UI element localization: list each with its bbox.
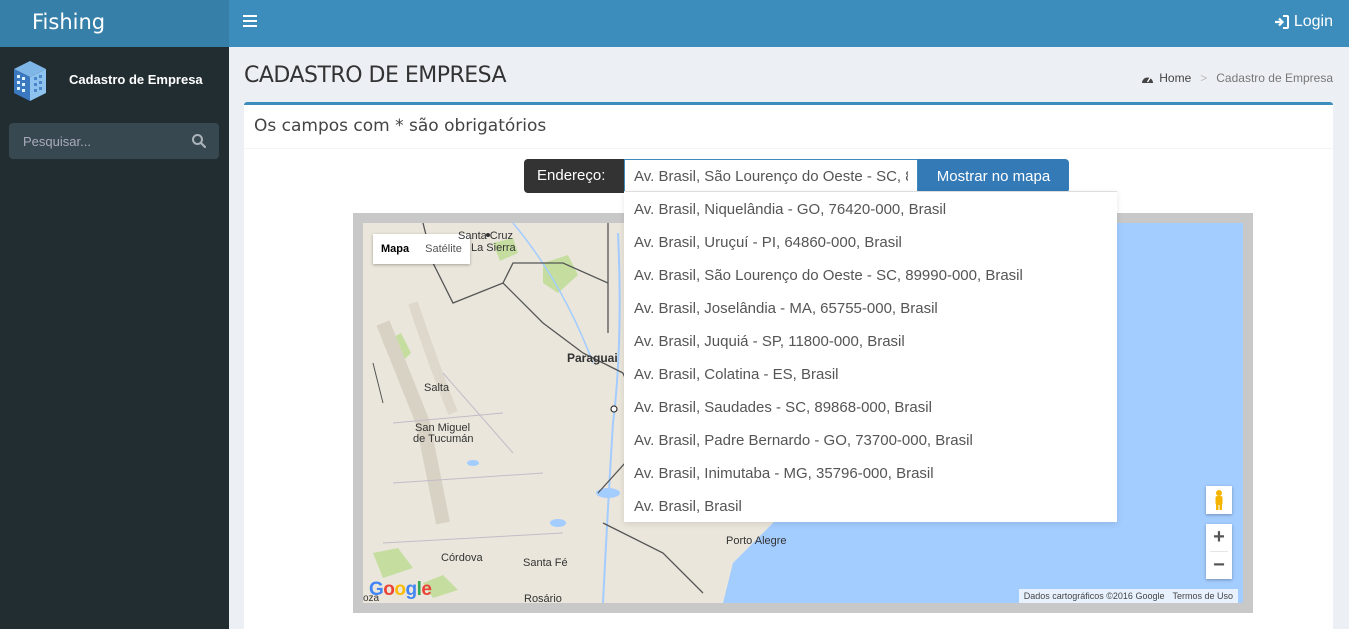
map-type-map[interactable]: Mapa bbox=[373, 234, 417, 264]
autocomplete-item[interactable]: Av. Brasil, Padre Bernardo - GO, 73700-0… bbox=[624, 423, 1117, 456]
zoom-in-button[interactable]: + bbox=[1206, 524, 1232, 551]
autocomplete-item[interactable]: Av. Brasil, Inimutaba - MG, 35796-000, B… bbox=[624, 456, 1117, 489]
app-title[interactable]: Fishing bbox=[32, 10, 105, 34]
page-title: CADASTRO DE EMPRESA bbox=[244, 63, 507, 88]
sign-in-icon bbox=[1274, 15, 1289, 29]
login-link[interactable]: Login bbox=[1274, 13, 1333, 31]
breadcrumb-home[interactable]: Home bbox=[1159, 71, 1191, 85]
breadcrumb-separator: > bbox=[1200, 71, 1208, 85]
building-icon bbox=[14, 61, 46, 101]
terms-link[interactable]: Termos de Uso bbox=[1172, 591, 1233, 601]
search-icon[interactable] bbox=[191, 133, 207, 149]
top-navbar: Login bbox=[229, 0, 1349, 47]
autocomplete-item[interactable]: Av. Brasil, Colatina - ES, Brasil bbox=[624, 357, 1117, 390]
map-label: Salta bbox=[424, 382, 450, 394]
map-label: Santa Fé bbox=[523, 557, 568, 569]
autocomplete-item[interactable]: Av. Brasil, Niquelândia - GO, 76420-000,… bbox=[624, 192, 1117, 225]
map-label: de Tucumán bbox=[413, 433, 474, 445]
zoom-control: + − bbox=[1206, 524, 1232, 579]
menu-toggle-icon[interactable] bbox=[243, 15, 257, 29]
map-attribution: Dados cartográficos ©2016 Google Termos … bbox=[1018, 589, 1238, 603]
breadcrumb-current: Cadastro de Empresa bbox=[1216, 71, 1333, 85]
autocomplete-item[interactable]: Av. Brasil, Juquiá - SP, 11800-000, Bras… bbox=[624, 324, 1117, 357]
zoom-out-button[interactable]: − bbox=[1206, 552, 1232, 579]
login-label: Login bbox=[1293, 13, 1333, 30]
autocomplete-item[interactable]: Av. Brasil, Uruçuí - PI, 64860-000, Bras… bbox=[624, 225, 1117, 258]
address-label: Endereço: bbox=[524, 159, 624, 193]
autocomplete-item[interactable]: Av. Brasil, Saudades - SC, 89868-000, Br… bbox=[624, 390, 1117, 423]
app-logo[interactable]: Fishing bbox=[0, 0, 229, 47]
sidebar-search bbox=[9, 123, 219, 159]
sidebar: Fishing Cadastro de Empresa bbox=[0, 0, 229, 629]
autocomplete-item[interactable]: Av. Brasil, Brasil bbox=[624, 489, 1117, 522]
map-label: Santa Cruz bbox=[458, 230, 514, 242]
map-label: Rosário bbox=[524, 593, 562, 603]
address-input[interactable] bbox=[624, 159, 918, 193]
search-input[interactable] bbox=[9, 123, 179, 159]
user-name: Cadastro de Empresa bbox=[69, 72, 203, 87]
google-logo: Google bbox=[369, 579, 432, 600]
map-label: Paraguai bbox=[567, 351, 618, 365]
show-map-button[interactable]: Mostrar no mapa bbox=[918, 159, 1069, 193]
autocomplete-item[interactable]: Av. Brasil, Joselândia - MA, 65755-000, … bbox=[624, 291, 1117, 324]
required-note: Os campos com * são obrigatórios bbox=[244, 105, 1333, 149]
breadcrumb: Home > Cadastro de Empresa bbox=[1141, 71, 1333, 85]
user-panel: Cadastro de Empresa bbox=[0, 55, 229, 105]
autocomplete-item[interactable]: Av. Brasil, São Lourenço do Oeste - SC, … bbox=[624, 258, 1117, 291]
map-label: Porto Alegre bbox=[726, 535, 787, 547]
dashboard-icon bbox=[1142, 77, 1154, 83]
map-type-control: Mapa Satélite bbox=[373, 234, 470, 264]
street-view-pegman-icon[interactable] bbox=[1206, 486, 1232, 514]
map-label: Córdova bbox=[441, 552, 483, 564]
address-group: Endereço: Mostrar no mapa bbox=[524, 159, 1069, 193]
map-label: La Sierra bbox=[471, 242, 516, 254]
map-data-credit: Dados cartográficos ©2016 Google bbox=[1023, 591, 1165, 601]
address-autocomplete: Av. Brasil, Niquelândia - GO, 76420-000,… bbox=[624, 191, 1117, 522]
